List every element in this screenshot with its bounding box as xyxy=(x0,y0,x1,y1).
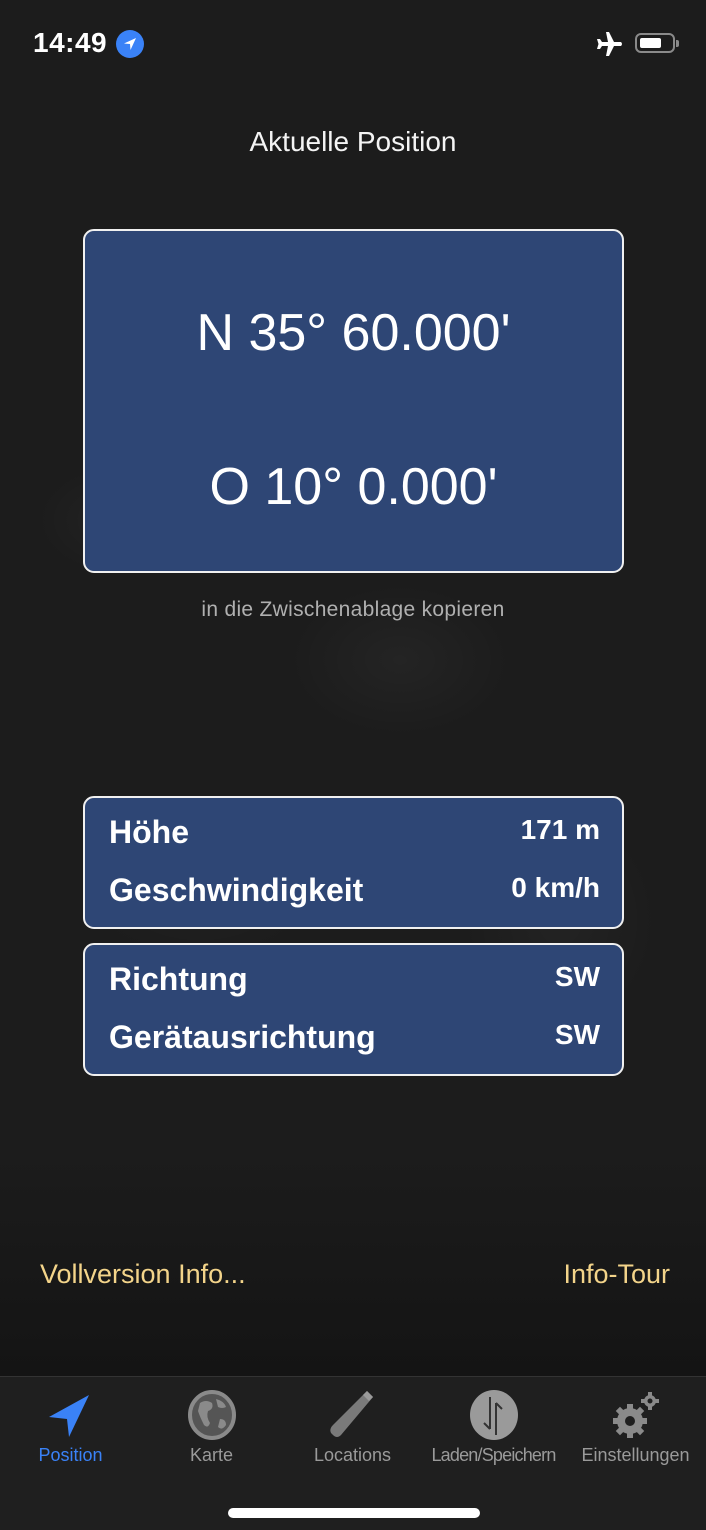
status-bar: 14:49 xyxy=(0,0,706,90)
tab-position[interactable]: Position xyxy=(0,1377,141,1477)
location-arrow-icon xyxy=(48,1395,89,1437)
copy-to-clipboard-button[interactable]: in die Zwischenablage kopieren xyxy=(0,598,706,622)
tab-label: Laden/Speichern xyxy=(431,1445,556,1465)
speed-value: 0 km/h xyxy=(511,872,600,903)
altitude-label: Höhe xyxy=(109,814,189,850)
direction-row: Richtung SW xyxy=(109,961,600,1001)
up-down-arrows-icon xyxy=(469,1390,518,1440)
gears-icon xyxy=(612,1392,659,1438)
speed-label: Geschwindigkeit xyxy=(109,872,364,908)
tab-label: Karte xyxy=(189,1445,234,1465)
location-arrow-icon xyxy=(116,30,144,58)
direction-box: Richtung SW Gerätausrichtung SW xyxy=(83,943,624,1076)
latitude-value: N 35° 60.000' xyxy=(196,304,511,362)
direction-label: Richtung xyxy=(109,961,248,997)
pencil-icon xyxy=(329,1391,373,1437)
tab-label: Locations xyxy=(313,1445,392,1465)
page-title: Aktuelle Position xyxy=(249,126,457,157)
info-tour-link[interactable]: Info-Tour xyxy=(563,1259,670,1290)
tab-laden-speichern[interactable]: Laden/Speichern xyxy=(423,1377,564,1477)
status-time: 14:49 xyxy=(33,27,108,58)
speed-row: Geschwindigkeit 0 km/h xyxy=(109,872,600,912)
airplane-icon xyxy=(595,31,623,62)
device-heading-value: SW xyxy=(554,1019,600,1050)
tab-label: Einstellungen xyxy=(581,1445,690,1465)
altitude-value: 171 m xyxy=(520,814,600,845)
tab-locations[interactable]: Locations xyxy=(282,1377,423,1477)
globe-icon xyxy=(187,1390,236,1440)
tab-bar: Position Karte Locations Laden/Speichern xyxy=(0,1376,706,1530)
tab-einstellungen[interactable]: Einstellungen xyxy=(565,1377,706,1477)
home-indicator[interactable] xyxy=(228,1508,480,1518)
direction-value: SW xyxy=(554,961,600,992)
altitude-row: Höhe 171 m xyxy=(109,814,600,854)
device-heading-row: Gerätausrichtung SW xyxy=(109,1019,600,1059)
coordinates-box[interactable]: N 35° 60.000' O 10° 0.000' xyxy=(83,229,624,573)
device-heading-label: Gerätausrichtung xyxy=(109,1019,376,1055)
altitude-speed-box: Höhe 171 m Geschwindigkeit 0 km/h xyxy=(83,796,624,929)
tab-label: Position xyxy=(38,1445,103,1465)
full-version-info-link[interactable]: Vollversion Info... xyxy=(40,1259,246,1290)
tab-karte[interactable]: Karte xyxy=(141,1377,282,1477)
longitude-value: O 10° 0.000' xyxy=(209,458,498,516)
battery-icon xyxy=(635,33,679,53)
